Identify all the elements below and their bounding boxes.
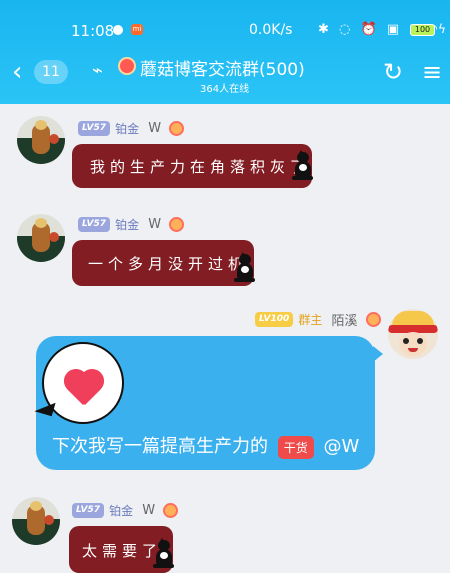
battery-icon: 100 <box>410 24 435 36</box>
message-meta: LV100 群主 陌溪 <box>255 309 381 329</box>
message-text: 我的生产力在角落积灰了 <box>90 158 311 176</box>
network-speed: 0.0K/s <box>249 22 293 38</box>
back-button[interactable]: ‹ 11 <box>12 58 72 86</box>
sender-name: W <box>148 121 162 136</box>
menu-icon[interactable]: ≡ <box>422 58 442 86</box>
mention-link[interactable]: @W <box>323 436 359 457</box>
sender-name: 陌溪 <box>331 314 358 329</box>
message-meta: LV57 铂金 W <box>72 500 179 520</box>
avatar[interactable] <box>12 497 60 545</box>
message-meta: LV57 铂金 W <box>78 214 185 234</box>
unread-count: 11 <box>34 60 68 84</box>
emoji-badge-icon <box>169 121 185 136</box>
message-text: 一个多月没开过机 <box>88 255 249 273</box>
message-bubble[interactable]: 一个多月没开过机 <box>72 240 256 286</box>
message-text-part: 下次我写一篇提高生产力的 <box>52 436 268 457</box>
charging-icon: ϟ <box>438 22 446 36</box>
back-chevron-icon: ‹ <box>12 57 23 87</box>
level-badge: LV57 <box>78 217 110 232</box>
level-badge: LV100 <box>255 312 294 327</box>
rank-label: 铂金 <box>115 218 140 232</box>
emoji-badge-icon <box>365 312 381 327</box>
avatar[interactable] <box>388 309 438 359</box>
title-emoji-icon <box>118 57 136 75</box>
chat-header: 11:08 mi 0.0K/s ✱ ◌ ⏰ ▣ ▮ ◠ 100 ϟ ‹ 11 ⌁… <box>0 0 450 104</box>
status-bar: 11:08 mi 0.0K/s ✱ ◌ ⏰ ▣ ▮ ◠ 100 ϟ <box>0 0 450 40</box>
message-text: 太需要了 <box>82 542 163 560</box>
online-count: 364人在线 <box>200 84 250 95</box>
message-text: 下次我写一篇提高生产力的 干货 @W <box>52 432 359 459</box>
status-time: 11:08 <box>71 22 115 40</box>
group-settings-icon[interactable]: ↻ <box>383 58 403 86</box>
chat-messages[interactable]: LV57 铂金 W 我的生产力在角落积灰了 LV57 铂金 W 一个多月没开过机… <box>0 104 450 573</box>
heart-sticker-icon <box>42 342 124 424</box>
level-badge: LV57 <box>72 503 104 518</box>
message-meta: LV57 铂金 W <box>78 118 185 138</box>
earpiece-icon[interactable]: ⌁ <box>92 60 103 81</box>
rank-label: 铂金 <box>115 122 140 136</box>
avatar[interactable] <box>17 116 65 164</box>
rank-label: 铂金 <box>109 504 134 518</box>
mi-icon: mi <box>131 24 143 35</box>
message-bubble[interactable]: 我的生产力在角落积灰了 <box>72 144 314 188</box>
level-badge: LV57 <box>78 121 110 136</box>
sender-name: W <box>142 503 156 518</box>
rank-label: 群主 <box>298 313 323 327</box>
tag-badge: 干货 <box>277 435 314 459</box>
message-bubble[interactable]: 太需要了 <box>69 526 175 573</box>
cat-decoration-icon <box>153 538 175 572</box>
cat-decoration-icon <box>292 150 314 184</box>
notification-icon <box>113 25 123 35</box>
chat-title: 蘑菇博客交流群(500) <box>140 60 305 80</box>
emoji-badge-icon <box>169 217 185 232</box>
chat-title-area[interactable]: 蘑菇博客交流群(500) 364人在线 <box>118 55 338 99</box>
cat-decoration-icon <box>234 252 256 286</box>
avatar[interactable] <box>17 214 65 262</box>
sender-name: W <box>148 217 162 232</box>
emoji-badge-icon <box>163 503 179 518</box>
heart-icon <box>63 371 105 407</box>
